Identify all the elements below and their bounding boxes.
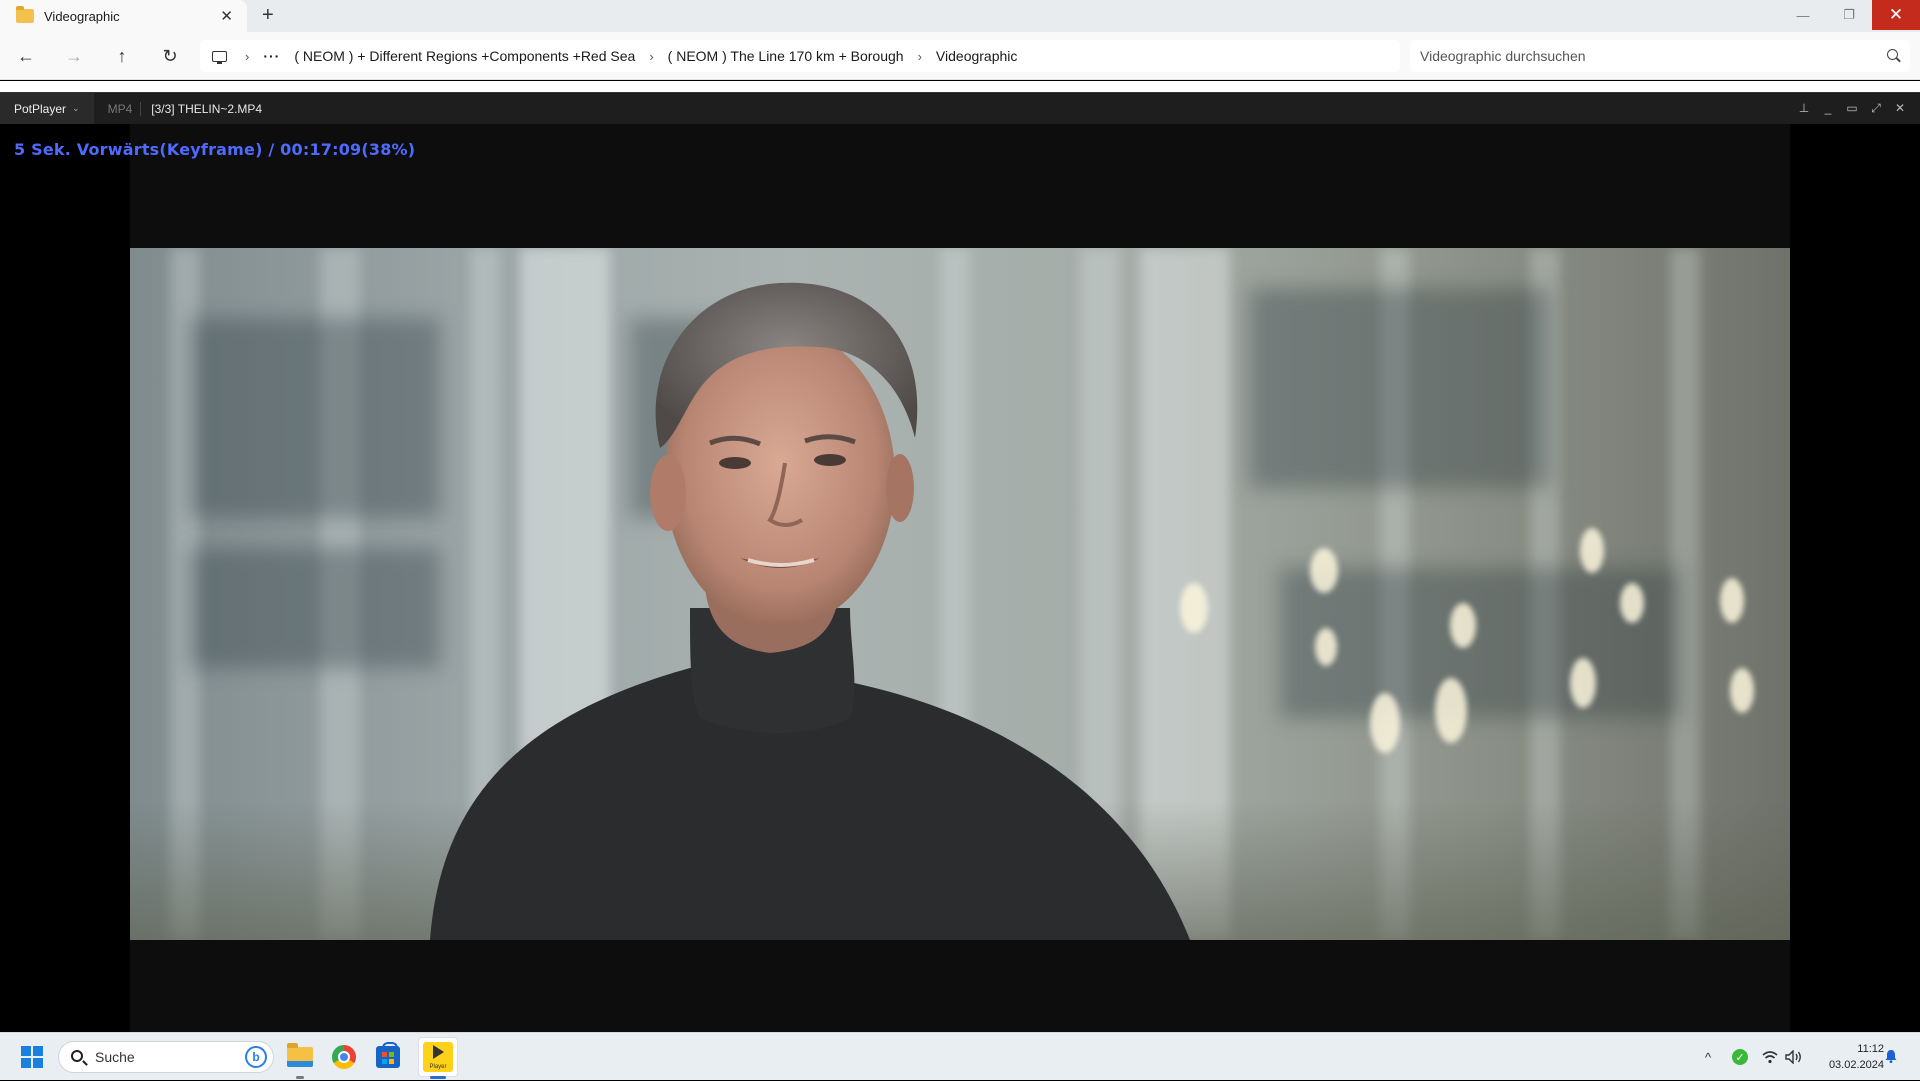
potplayer-maximize-button[interactable]: ▭ [1840,93,1864,123]
taskbar-store[interactable] [370,1039,406,1075]
breadcrumb-more-button[interactable]: ··· [263,48,280,64]
window-minimize-button[interactable]: — [1780,0,1826,30]
chevron-up-icon: ^ [1704,1049,1712,1065]
back-button[interactable]: ← [10,40,42,72]
clock-time: 11:12 [1857,1043,1884,1055]
potplayer-icon: Player [423,1042,453,1072]
taskbar-file-explorer[interactable] [282,1039,318,1075]
windows-taskbar: Suche b Player ^ ✓ 11:12 03.02.2024 [0,1032,1920,1080]
breadcrumb-separator[interactable]: › [918,49,922,64]
microsoft-store-icon [376,1042,400,1068]
search-icon[interactable] [1887,49,1898,60]
breadcrumb[interactable]: › ··· ( NEOM ) + Different Regions +Comp… [200,40,1400,72]
taskbar-clock[interactable]: 11:12 03.02.2024 [1808,1041,1884,1073]
up-button[interactable]: ↑ [106,40,138,72]
running-indicator [296,1076,304,1079]
volume-icon [1785,1050,1801,1064]
forward-button[interactable]: → [58,40,90,72]
start-button[interactable] [14,1039,50,1075]
tray-volume[interactable] [1782,1033,1806,1081]
explorer-tab-bar: Videographic ✕ + — ❐ ✕ [0,0,1920,32]
notification-bell-icon[interactable] [1884,1049,1898,1063]
taskbar-potplayer[interactable]: Player [420,1039,456,1075]
playback-osd-text: 5 Sek. Vorwärts(Keyframe) / 00:17:09(38%… [14,140,416,159]
folder-icon [16,6,34,23]
potplayer-menu-button[interactable]: PotPlayer ⌄ [0,93,94,124]
wifi-icon [1762,1051,1778,1064]
refresh-button[interactable]: ↻ [154,40,186,72]
window-restore-button[interactable]: ❐ [1826,0,1872,30]
tab-videographic[interactable]: Videographic ✕ [0,0,247,32]
active-indicator [430,1076,446,1079]
taskbar-search-box[interactable]: Suche b [58,1041,274,1073]
security-check-icon: ✓ [1732,1049,1748,1065]
chrome-icon [332,1045,356,1069]
file-explorer-icon [287,1043,313,1067]
potplayer-close-button[interactable]: ✕ [1888,93,1912,123]
windows-logo-icon [21,1046,43,1068]
bing-icon[interactable]: b [245,1046,267,1068]
potplayer-minimize-button[interactable]: _ [1816,93,1840,123]
breadcrumb-item-regions[interactable]: ( NEOM ) + Different Regions +Components… [294,48,635,64]
pin-button[interactable]: ⊥ [1792,93,1816,123]
breadcrumb-separator[interactable]: › [245,49,249,64]
interviewee-figure [430,282,1190,940]
potplayer-icon-text: Player [429,1064,447,1070]
potplayer-fullscreen-button[interactable]: ⤢ [1864,93,1888,123]
breadcrumb-separator[interactable]: › [649,49,653,64]
taskbar-search-label: Suche [95,1049,135,1065]
potplayer-menu-label: PotPlayer [14,101,67,116]
chevron-down-icon: ⌄ [72,103,80,113]
search-placeholder: Videographic durchsuchen [1420,48,1586,64]
explorer-address-bar: ← → ↑ ↻ › ··· ( NEOM ) + Different Regio… [0,32,1920,80]
this-pc-icon[interactable] [212,50,227,64]
media-format-label: MP4 [94,101,142,116]
tray-security[interactable]: ✓ [1728,1033,1752,1081]
folder-search-input[interactable]: Videographic durchsuchen [1410,40,1910,72]
media-file-name: [3/3] THELIN~2.MP4 [151,101,263,116]
new-tab-button[interactable]: + [262,4,274,27]
tab-close-button[interactable]: ✕ [220,7,233,25]
tray-wifi[interactable] [1758,1033,1782,1081]
window-close-button[interactable]: ✕ [1872,0,1920,30]
explorer-content-strip [0,81,1920,92]
potplayer-title-bar: PotPlayer ⌄ MP4 [3/3] THELIN~2.MP4 ⊥ _ ▭… [0,92,1920,124]
breadcrumb-item-videographic[interactable]: Videographic [936,48,1017,64]
taskbar-chrome[interactable] [326,1039,362,1075]
tab-title: Videographic [44,8,120,24]
tray-overflow-button[interactable]: ^ [1696,1033,1720,1081]
search-icon [71,1050,83,1062]
video-frame[interactable] [130,248,1790,940]
clock-date: 03.02.2024 [1828,1059,1884,1071]
breadcrumb-item-the-line[interactable]: ( NEOM ) The Line 170 km + Borough [668,48,904,64]
